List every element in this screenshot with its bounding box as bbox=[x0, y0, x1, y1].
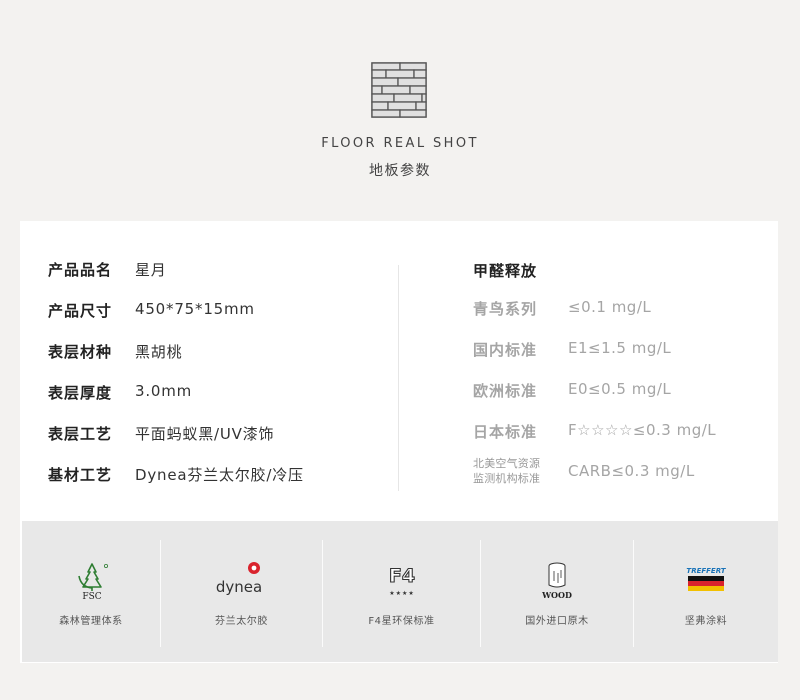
spec-label: 产品尺寸 bbox=[48, 302, 113, 320]
fsc-logo-text: FSC bbox=[82, 592, 101, 601]
spec-value: 3.0mm bbox=[135, 382, 193, 400]
treffert-logo-text: TREFFERT bbox=[686, 567, 726, 575]
formaldehyde-label: 欧洲标准 bbox=[473, 382, 538, 400]
parameter-card: 产品品名 星月 产品尺寸 450*75*15mm 表层材种 黑胡桃 表层厚度 3… bbox=[20, 221, 778, 663]
f4-stars-icon: F4 ★★★★ bbox=[388, 564, 415, 597]
formaldehyde-value: ≤0.1 mg/L bbox=[568, 298, 652, 316]
spec-value: 黑胡桃 bbox=[135, 343, 183, 361]
formaldehyde-value: CARB≤0.3 mg/L bbox=[568, 462, 695, 480]
f4-logo-text: F4 bbox=[388, 565, 414, 587]
cert-fsc: FSC 森林管理体系 bbox=[22, 521, 160, 662]
spec-row-species: 表层材种 黑胡桃 bbox=[48, 341, 304, 382]
title-english: FLOOR REAL SHOT bbox=[321, 136, 479, 151]
title-chinese: 地板参数 bbox=[369, 163, 431, 179]
formaldehyde-value: F☆☆☆☆≤0.3 mg/L bbox=[568, 421, 717, 439]
spec-label: 产品品名 bbox=[48, 261, 113, 279]
cert-caption: 森林管理体系 bbox=[59, 616, 123, 627]
spec-label: 表层厚度 bbox=[48, 384, 113, 402]
page-header: FLOOR REAL SHOT 地板参数 bbox=[0, 0, 800, 220]
cert-caption: 国外进口原木 bbox=[525, 616, 589, 627]
formaldehyde-label: 青鸟系列 bbox=[473, 300, 538, 318]
spec-value: 450*75*15mm bbox=[135, 300, 255, 318]
label-line: 北美空气资源 bbox=[473, 457, 541, 470]
formaldehyde-row: 青鸟系列 ≤0.1 mg/L bbox=[473, 298, 716, 339]
spec-row-finish: 表层工艺 平面蚂蚁黑/UV漆饰 bbox=[48, 423, 304, 464]
spec-value: 平面蚂蚁黑/UV漆饰 bbox=[135, 425, 275, 443]
label-line: 监测机构标准 bbox=[473, 472, 541, 485]
formaldehyde-row: 国内标准 E1≤1.5 mg/L bbox=[473, 339, 716, 380]
spec-row-size: 产品尺寸 450*75*15mm bbox=[48, 300, 304, 341]
formaldehyde-list: 青鸟系列 ≤0.1 mg/L 国内标准 E1≤1.5 mg/L 欧洲标准 E0≤… bbox=[473, 298, 716, 503]
cert-caption: 坚弗涂料 bbox=[684, 616, 728, 627]
formaldehyde-label: 国内标准 bbox=[473, 341, 538, 359]
wood-logo-text: WOOD bbox=[541, 590, 572, 600]
formaldehyde-value: E1≤1.5 mg/L bbox=[568, 339, 672, 357]
dynea-logo: dynea bbox=[215, 562, 262, 596]
spec-label: 基材工艺 bbox=[48, 466, 113, 484]
treffert-flag-logo: TREFFERT bbox=[686, 567, 727, 591]
formaldehyde-label: 北美空气资源 监测机构标准 bbox=[473, 456, 568, 486]
cert-wood: WOOD 国外进口原木 bbox=[481, 521, 633, 662]
cert-treffert: TREFFERT 坚弗涂料 bbox=[634, 521, 778, 662]
column-divider bbox=[398, 265, 399, 491]
spec-value: Dynea芬兰太尔胶/冷压 bbox=[135, 466, 304, 484]
dynea-logo-text: dynea bbox=[215, 578, 261, 596]
f4-stars: ★★★★ bbox=[389, 590, 415, 597]
cert-dynea: dynea 芬兰太尔胶 bbox=[161, 521, 322, 662]
spec-list: 产品品名 星月 产品尺寸 450*75*15mm 表层材种 黑胡桃 表层厚度 3… bbox=[48, 259, 304, 505]
formaldehyde-title: 甲醛释放 bbox=[473, 262, 538, 280]
formaldehyde-row: 欧洲标准 E0≤0.5 mg/L bbox=[473, 380, 716, 421]
spec-row-thickness: 表层厚度 3.0mm bbox=[48, 382, 304, 423]
spec-value: 星月 bbox=[135, 261, 167, 279]
spec-label: 表层工艺 bbox=[48, 425, 113, 443]
spec-row-substrate: 基材工艺 Dynea芬兰太尔胶/冷压 bbox=[48, 464, 304, 505]
spec-row-name: 产品品名 星月 bbox=[48, 259, 304, 300]
fsc-tree-icon: FSC bbox=[78, 563, 109, 601]
certification-band: FSC 森林管理体系 dynea 芬兰太尔胶 F4 ★★★★ F4星环保标准 W… bbox=[22, 521, 778, 662]
cert-f4: F4 ★★★★ F4星环保标准 bbox=[323, 521, 480, 662]
formaldehyde-row: 北美空气资源 监测机构标准 CARB≤0.3 mg/L bbox=[473, 457, 716, 503]
cert-caption: 芬兰太尔胶 bbox=[215, 616, 268, 627]
wood-log-icon: WOOD bbox=[541, 562, 572, 600]
formaldehyde-label: 日本标准 bbox=[473, 423, 538, 441]
formaldehyde-value: E0≤0.5 mg/L bbox=[568, 380, 672, 398]
spec-label: 表层材种 bbox=[48, 343, 113, 361]
cert-caption: F4星环保标准 bbox=[368, 616, 435, 627]
floor-tiles-icon bbox=[371, 62, 427, 118]
